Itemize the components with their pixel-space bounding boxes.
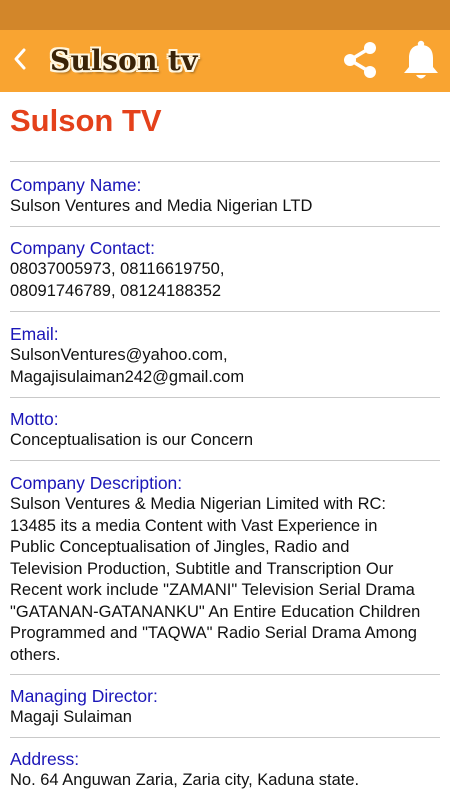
managing-director-label: Managing Director: [10, 686, 158, 706]
bell-icon [401, 38, 441, 87]
app-bar: Sulson tv [0, 30, 450, 92]
company-contact-value: 08037005973, 08116619750, 08091746789, 0… [10, 260, 225, 300]
address-value: No. 64 Anguwan Zaria, Zaria city, Kaduna… [10, 771, 360, 789]
notifications-button[interactable] [397, 38, 445, 86]
company-contact-label: Company Contact: [10, 238, 155, 258]
divider [10, 397, 440, 398]
divider [10, 460, 440, 461]
company-description-label: Company Description: [10, 473, 183, 493]
divider [10, 161, 440, 162]
divider [10, 311, 440, 312]
app-logo: Sulson tv [50, 44, 198, 77]
divider [10, 226, 440, 227]
status-bar [0, 0, 450, 30]
divider [10, 674, 440, 675]
email-value: SulsonVentures@yahoo.com, Magajisulaiman… [10, 346, 245, 386]
company-name-value: Sulson Ventures and Media Nigerian LTD [10, 197, 313, 215]
address-label: Address: [10, 749, 80, 769]
company-details: Sulson TV Company Name: Sulson Ventures … [0, 92, 450, 800]
email-label: Email: [10, 324, 59, 344]
divider [10, 737, 440, 738]
motto-value: Conceptualisation is our Concern [10, 431, 254, 449]
page-title: Sulson TV [10, 103, 162, 138]
chevron-left-icon [13, 47, 27, 76]
company-description-value: Sulson Ventures & Media Nigerian Limited… [10, 495, 421, 664]
company-name-label: Company Name: [10, 175, 142, 195]
share-icon [338, 38, 382, 87]
share-button[interactable] [336, 38, 384, 86]
back-button[interactable] [0, 30, 40, 92]
motto-label: Motto: [10, 409, 59, 429]
managing-director-value: Magaji Sulaiman [10, 708, 132, 726]
